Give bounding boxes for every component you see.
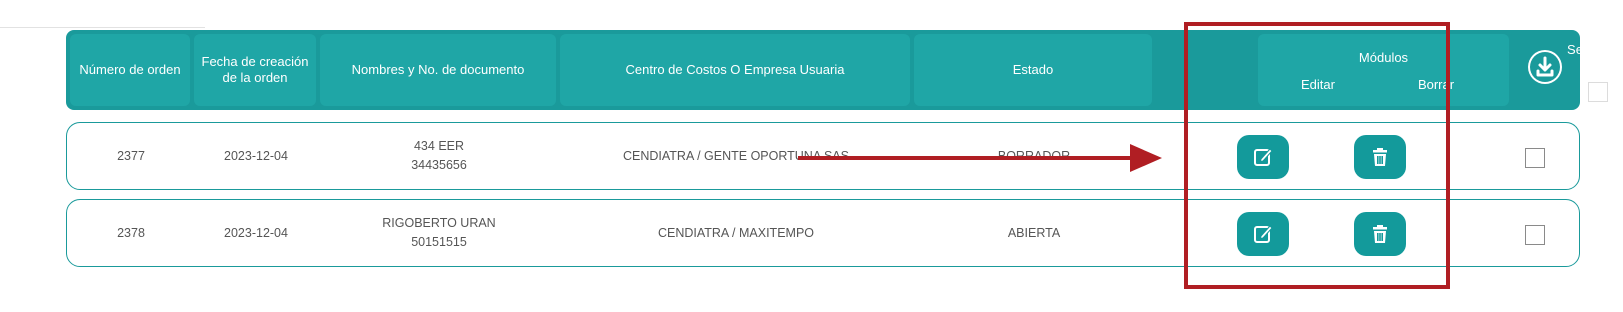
date-cell: 2023-12-04 xyxy=(224,225,288,240)
header-names-doc-label: Nombres y No. de documento xyxy=(351,62,525,77)
header-creation-date-label: Fecha de creación de la orden xyxy=(201,54,309,85)
row-checkbox[interactable] xyxy=(1525,148,1545,168)
select-all-area: Seleccionar todo xyxy=(1516,30,1623,110)
person-name: 434 EER xyxy=(413,139,465,153)
header-status-label: Estado xyxy=(1012,62,1054,77)
names-doc-cell: 434 EER 34435656 xyxy=(321,123,557,189)
header-status: Estado xyxy=(914,34,1152,106)
cost-center-cell: CENDIATRA / GENTE OPORTUNA SAS xyxy=(623,148,849,163)
document-number: 50151515 xyxy=(411,235,467,249)
status-cell: ABIERTA xyxy=(1007,225,1061,240)
download-button[interactable] xyxy=(1528,50,1562,84)
document-number: 34435656 xyxy=(411,158,467,172)
divider-line xyxy=(0,27,205,28)
header-order-number: Número de orden xyxy=(70,34,190,106)
select-all-label: Seleccionar todo xyxy=(1567,42,1623,72)
download-icon xyxy=(1530,52,1560,82)
date-cell: 2023-12-04 xyxy=(224,148,288,163)
order-number-cell: 2378 xyxy=(117,225,145,240)
status-cell: BORRADOR xyxy=(997,148,1071,163)
header-creation-date: Fecha de creación de la orden xyxy=(194,34,316,106)
header-names-doc: Nombres y No. de documento xyxy=(320,34,556,106)
select-all-checkbox[interactable] xyxy=(1588,82,1608,102)
names-doc-cell: RIGOBERTO URAN 50151515 xyxy=(321,200,557,266)
header-cost-center-label: Centro de Costos O Empresa Usuaria xyxy=(625,62,845,77)
order-number-cell: 2377 xyxy=(117,148,145,163)
header-cost-center: Centro de Costos O Empresa Usuaria xyxy=(560,34,910,106)
header-order-number-label: Número de orden xyxy=(79,62,181,77)
cost-center-cell: CENDIATRA / MAXITEMPO xyxy=(657,225,815,240)
row-checkbox[interactable] xyxy=(1525,225,1545,245)
annotation-highlight-box xyxy=(1184,22,1450,289)
person-name: RIGOBERTO URAN xyxy=(382,216,496,230)
